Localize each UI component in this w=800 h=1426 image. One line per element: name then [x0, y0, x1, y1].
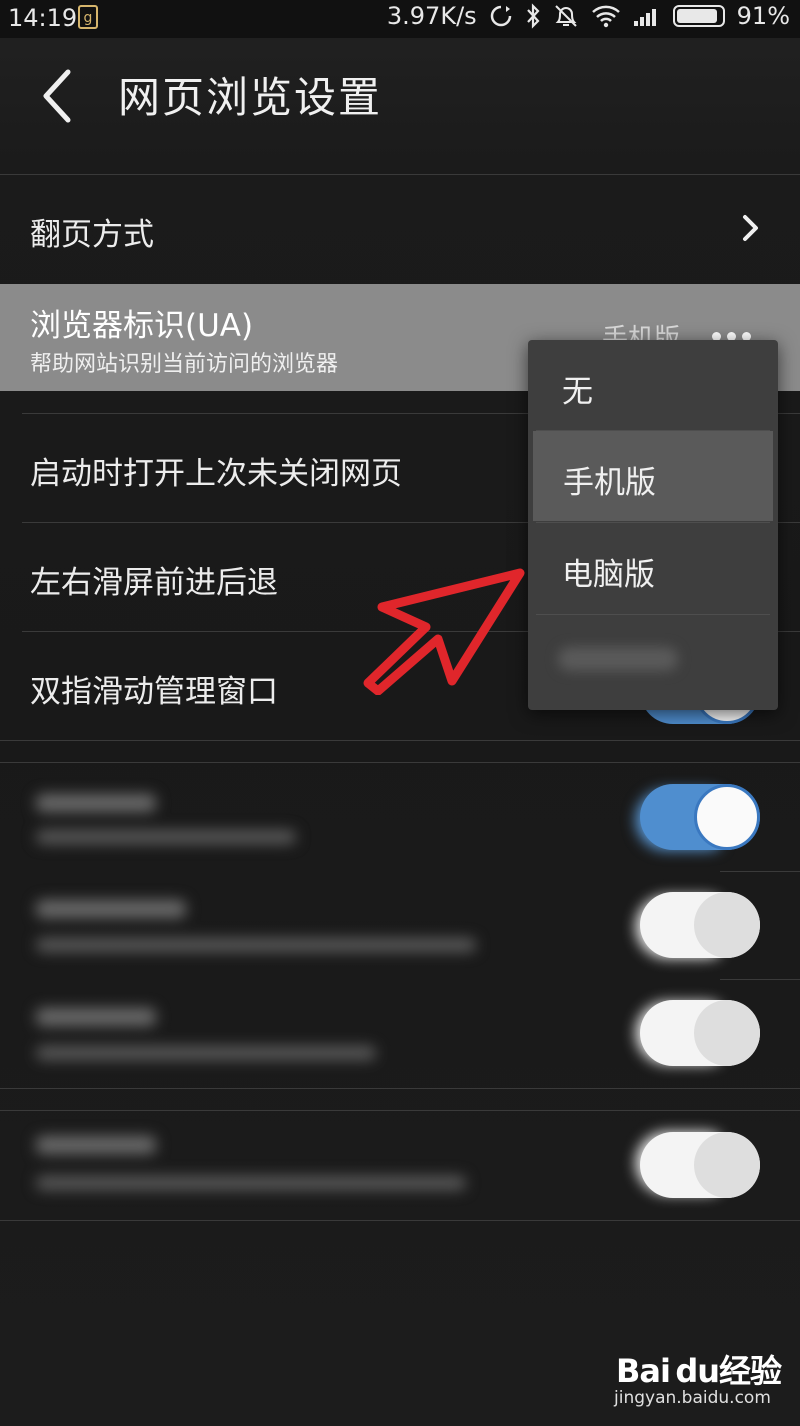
divider — [720, 979, 800, 980]
watermark-url: jingyan.baidu.com — [614, 1388, 771, 1408]
status-bar: 14:19 g 3.97K/s 91% — [0, 0, 800, 38]
signal-icon — [633, 9, 656, 26]
battery-icon — [672, 5, 725, 27]
toggle-knob — [694, 784, 760, 850]
divider — [0, 1088, 800, 1089]
back-arrow-icon[interactable] — [36, 66, 80, 126]
ua-option-blurred[interactable] — [528, 615, 778, 705]
row-two-finger-windows-label: 双指滑动管理窗口 — [30, 674, 278, 710]
row-page-turn[interactable]: 翻页方式 — [0, 175, 800, 283]
ua-dropdown-menu: 无 手机版 电脑版 — [528, 340, 778, 710]
ua-option-none[interactable]: 无 — [528, 340, 778, 430]
sync-icon — [490, 5, 511, 27]
toggle-knob — [694, 1000, 760, 1066]
row-browser-ua-description: 帮助网站识别当前访问的浏览器 — [30, 352, 339, 377]
divider — [0, 1220, 800, 1221]
bluetooth-icon — [526, 3, 540, 29]
annotation-arrow-icon — [363, 568, 525, 695]
divider — [0, 740, 800, 741]
setting-toggle[interactable] — [640, 1000, 760, 1066]
status-icons: 3.97K/s 91% — [387, 2, 790, 30]
toggle-knob — [694, 1132, 760, 1198]
ua-option-label: 无 — [562, 374, 593, 410]
chevron-right-icon — [743, 215, 758, 241]
watermark-logo: Bai du经验 — [616, 1352, 782, 1390]
screen: 14:19 g 3.97K/s 91% 网页浏览设置 翻页方式 浏览器标识(UA… — [0, 0, 800, 1426]
ua-option-desktop[interactable]: 电脑版 — [528, 523, 778, 613]
setting-toggle[interactable] — [640, 1132, 760, 1198]
baidu-jingyan-watermark: Bai du经验 jingyan.baidu.com — [612, 1338, 792, 1414]
battery-fill — [676, 9, 717, 23]
row-restore-pages-label: 启动时打开上次未关闭网页 — [30, 456, 402, 492]
net-speed: 3.97K/s — [386, 2, 477, 30]
ua-option-label: 电脑版 — [562, 557, 655, 593]
row-browser-ua-label: 浏览器标识(UA) — [30, 308, 254, 344]
ua-option-label: 手机版 — [563, 465, 656, 501]
page-title: 网页浏览设置 — [118, 73, 383, 122]
row-page-turn-label: 翻页方式 — [30, 217, 154, 253]
toggle-knob — [694, 892, 760, 958]
status-time: 14:19 — [8, 4, 78, 32]
divider — [720, 871, 800, 872]
wifi-icon — [591, 5, 620, 28]
header: 网页浏览设置 — [0, 38, 800, 153]
notification-app-icon: g — [78, 5, 98, 29]
setting-toggle[interactable] — [640, 784, 760, 850]
divider — [0, 1110, 800, 1111]
row-swipe-navigation-label: 左右滑屏前进后退 — [30, 565, 278, 601]
setting-toggle[interactable] — [640, 892, 760, 958]
ua-option-mobile[interactable]: 手机版 — [533, 431, 773, 521]
battery-percent: 91% — [736, 2, 790, 30]
divider — [0, 762, 800, 763]
blurred-settings-region — [26, 780, 720, 1220]
alarm-off-icon — [554, 5, 577, 27]
